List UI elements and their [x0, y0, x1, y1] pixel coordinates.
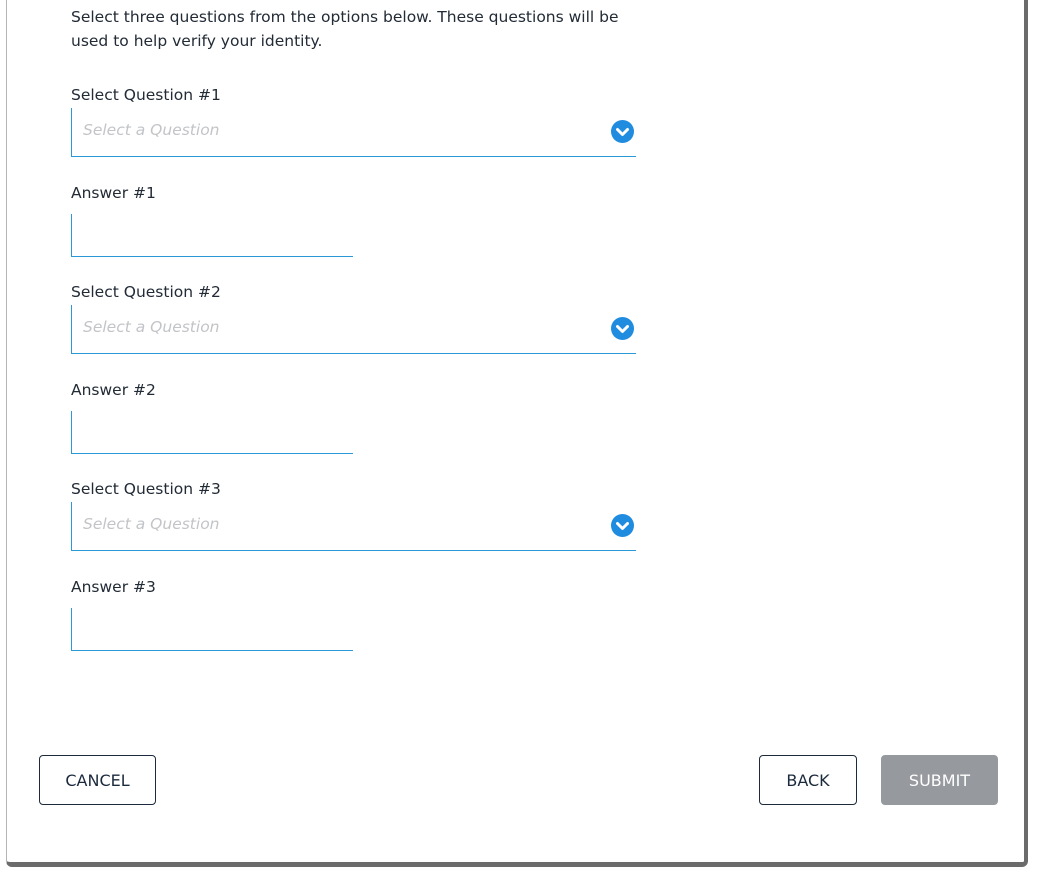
select-question-3-dropdown[interactable]: Select a Question [71, 502, 636, 551]
answer-3-label: Answer #3 [71, 578, 156, 596]
answer-2-input[interactable] [71, 411, 353, 454]
answer-3-input[interactable] [71, 608, 353, 651]
submit-button[interactable]: SUBMIT [881, 755, 998, 805]
chevron-down-icon[interactable] [611, 120, 634, 143]
select-question-2-placeholder: Select a Question [83, 318, 220, 336]
select-question-2-label: Select Question #2 [71, 283, 221, 301]
cancel-button[interactable]: CANCEL [39, 755, 156, 805]
answer-1-label: Answer #1 [71, 184, 156, 202]
select-question-1-dropdown[interactable]: Select a Question [71, 108, 636, 157]
select-question-3-placeholder: Select a Question [83, 515, 220, 533]
select-question-3-label: Select Question #3 [71, 480, 221, 498]
answer-1-input[interactable] [71, 214, 353, 257]
select-question-2-dropdown[interactable]: Select a Question [71, 305, 636, 354]
answer-2-label: Answer #2 [71, 381, 156, 399]
chevron-down-icon[interactable] [611, 317, 634, 340]
back-button[interactable]: BACK [759, 755, 857, 805]
select-question-1-label: Select Question #1 [71, 86, 221, 104]
chevron-down-icon[interactable] [611, 514, 634, 537]
intro-text: Select three questions from the options … [71, 8, 619, 50]
select-question-1-placeholder: Select a Question [83, 121, 220, 139]
